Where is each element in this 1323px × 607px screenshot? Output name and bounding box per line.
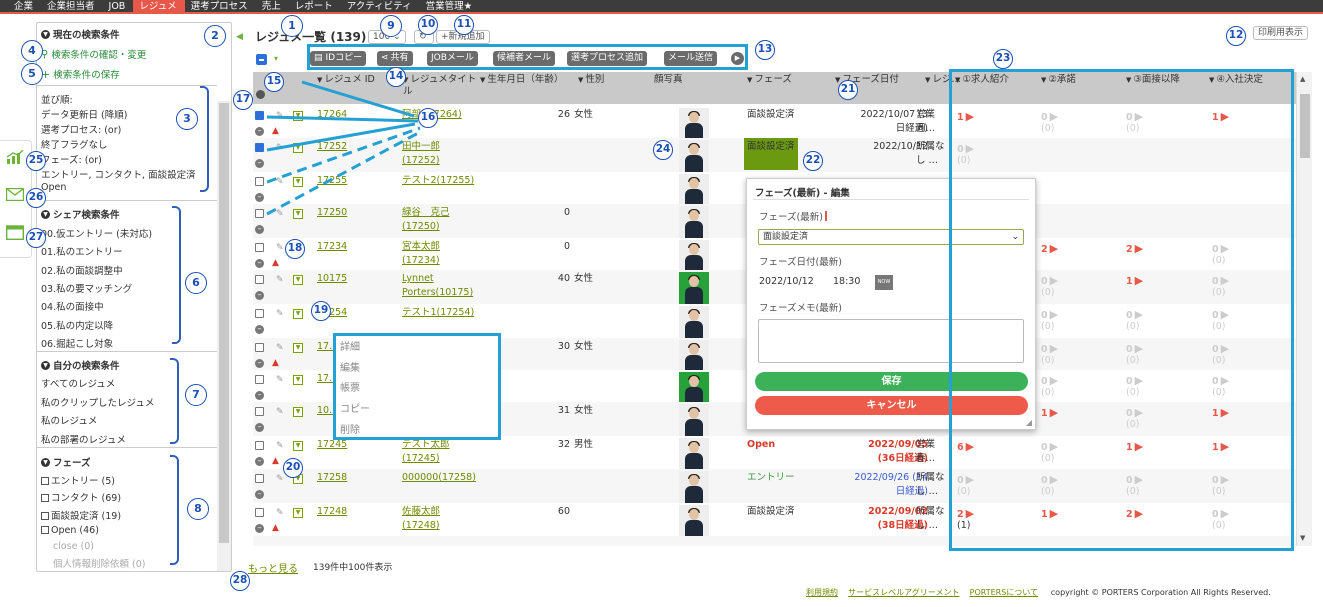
annotation-marker-20: 20 [283,458,303,478]
annotation-marker-15: 15 [264,72,284,92]
annotation-marker-8: 8 [187,498,209,520]
footer-link-terms[interactable]: 利用規約 [806,588,838,597]
annotation-marker-18: 18 [285,239,305,259]
more-link[interactable]: もっと見る [248,560,298,575]
footer-link-about[interactable]: PORTERSについて [970,588,1038,597]
annotation-marker-12: 12 [1226,26,1246,46]
annotation-marker-22: 22 [803,151,823,171]
bracket-phase [170,455,179,565]
annotation-marker-6: 6 [185,272,207,294]
bracket-share [172,206,181,344]
footer-link-sla[interactable]: サービスレベルアグリーメント [848,588,959,597]
annotation-marker-27: 27 [26,228,46,248]
annotation-marker-4: 4 [21,40,43,62]
bracket-own [170,358,179,444]
count-text: 139件中100件表示 [313,563,393,573]
annotation-marker-5: 5 [21,63,43,85]
annotation-marker-23: 23 [993,49,1013,69]
annotation-marker-16: 16 [418,108,438,128]
copyright: copyright © PORTERS Corporation All Righ… [1050,588,1271,597]
annotation-marker-17: 17 [233,90,253,110]
annotation-marker-25: 25 [26,151,46,171]
annotation-marker-14: 14 [386,67,406,87]
footer: 利用規約 サービスレベルアグリーメント PORTERSについて copyrigh… [806,587,1271,598]
annotation-marker-7: 7 [185,384,207,406]
bracket-conditions [200,86,209,192]
annotation-marker-10: 10 [418,15,438,35]
annotation-marker-28: 28 [230,571,250,591]
annotation-marker-21: 21 [838,80,858,100]
toolbar-highlight-box [307,44,748,70]
annotation-marker-13: 13 [755,40,775,60]
annotation-marker-11: 11 [454,15,474,35]
annotation-marker-9: 9 [380,15,402,37]
annotation-marker-2: 2 [204,25,226,47]
annotation-marker-19: 19 [311,301,331,321]
annotation-marker-24: 24 [653,140,673,160]
annotation-marker-26: 26 [26,188,46,208]
selection-stats-highlight-box [949,69,1294,551]
annotation-marker-3: 3 [176,108,198,130]
annotation-marker-1: 1 [281,15,303,37]
